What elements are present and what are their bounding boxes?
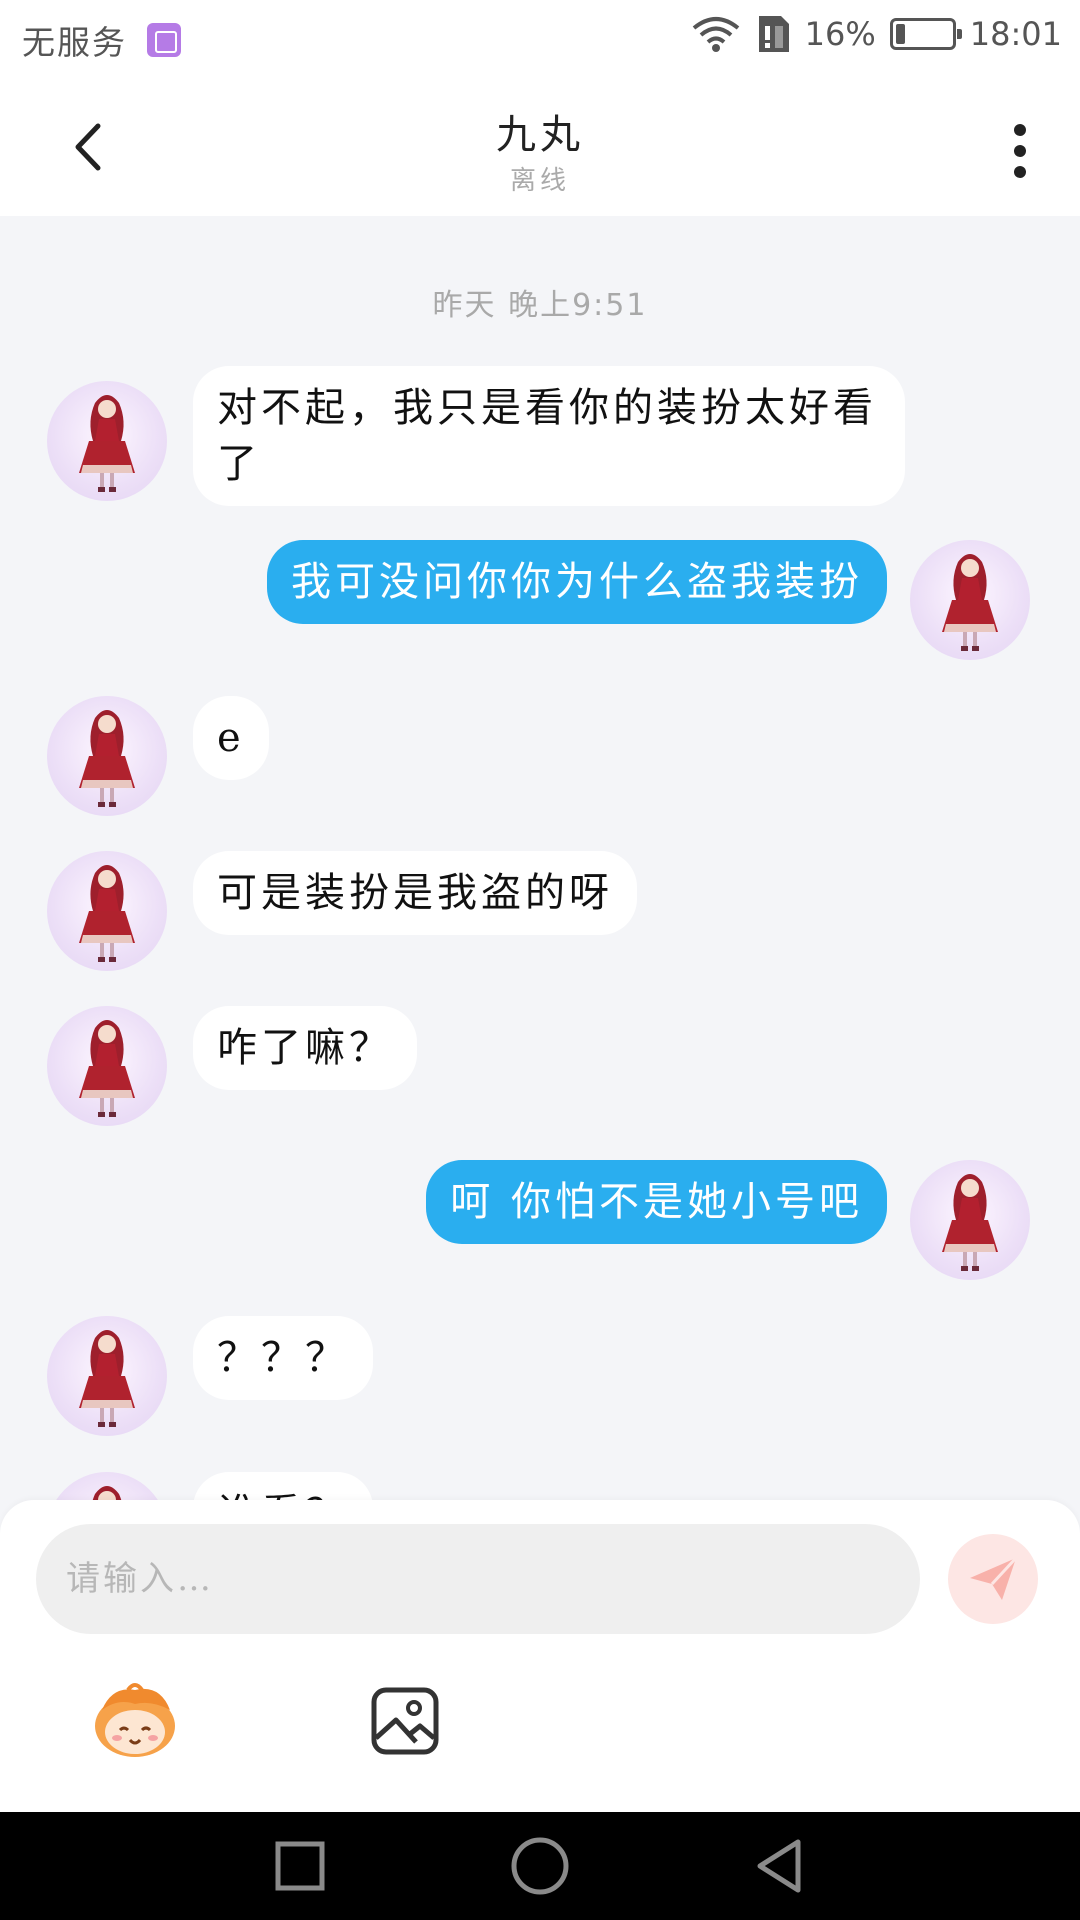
system-navigation-bar xyxy=(0,1812,1080,1920)
contact-avatar[interactable] xyxy=(47,1006,167,1126)
more-vertical-icon xyxy=(1014,124,1026,136)
contact-avatar[interactable] xyxy=(47,381,167,501)
contact-avatar[interactable] xyxy=(47,696,167,816)
triangle-back-icon xyxy=(757,1839,801,1893)
message-list[interactable]: 昨天 晚上9:51 对不起，我只是看你的装扮太好看了 我可没问你你为什么盗我装扮… xyxy=(0,216,1080,1500)
status-bar: 无服务 16% 18:01 xyxy=(0,0,1080,76)
message-bubble[interactable]: 可是装扮是我盗的呀 xyxy=(193,851,637,935)
message-bubble[interactable]: 谁看？ xyxy=(193,1472,373,1500)
sim-alert-icon xyxy=(758,16,789,52)
image-button[interactable] xyxy=(370,1686,440,1756)
battery-icon xyxy=(889,18,962,50)
more-options-button[interactable] xyxy=(1000,116,1040,186)
message-bubble[interactable]: ？？？ xyxy=(193,1316,373,1400)
message-input[interactable] xyxy=(36,1524,920,1634)
battery-fill xyxy=(895,24,905,44)
contact-avatar[interactable] xyxy=(47,1316,167,1436)
emoji-face-icon xyxy=(95,1683,175,1757)
user-avatar[interactable] xyxy=(910,1160,1030,1280)
message-bubble[interactable]: e xyxy=(193,696,269,780)
wifi-icon xyxy=(692,17,739,52)
message-bubble[interactable]: 对不起，我只是看你的装扮太好看了 xyxy=(193,366,905,506)
message-composer xyxy=(0,1500,1080,1812)
message-bubble[interactable]: 我可没问你你为什么盗我装扮 xyxy=(267,540,887,624)
contact-avatar[interactable] xyxy=(47,851,167,971)
clock: 18:01 xyxy=(969,15,1062,53)
carrier-label: 无服务 xyxy=(22,23,127,62)
image-icon xyxy=(371,1687,439,1755)
gallery-notification-icon xyxy=(147,23,181,57)
contact-status: 离线 xyxy=(509,166,570,196)
send-button[interactable] xyxy=(948,1534,1038,1624)
message-bubble[interactable]: 呵 你怕不是她小号吧 xyxy=(426,1160,887,1244)
square-icon xyxy=(275,1841,325,1891)
recent-apps-button[interactable] xyxy=(270,1836,330,1896)
user-avatar[interactable] xyxy=(910,540,1030,660)
home-button[interactable] xyxy=(510,1836,570,1896)
message-timestamp: 昨天 晚上9:51 xyxy=(432,288,648,323)
chat-header: 九丸 离线 xyxy=(0,76,1080,216)
emoji-button[interactable] xyxy=(90,1680,180,1760)
contact-name: 九丸 xyxy=(496,112,584,158)
message-bubble[interactable]: 咋了嘛？ xyxy=(193,1006,417,1090)
send-icon xyxy=(970,1556,1018,1600)
system-back-button[interactable] xyxy=(750,1836,810,1896)
battery-percent: 16% xyxy=(804,15,876,53)
circle-icon xyxy=(511,1837,569,1895)
contact-avatar[interactable] xyxy=(47,1472,167,1500)
